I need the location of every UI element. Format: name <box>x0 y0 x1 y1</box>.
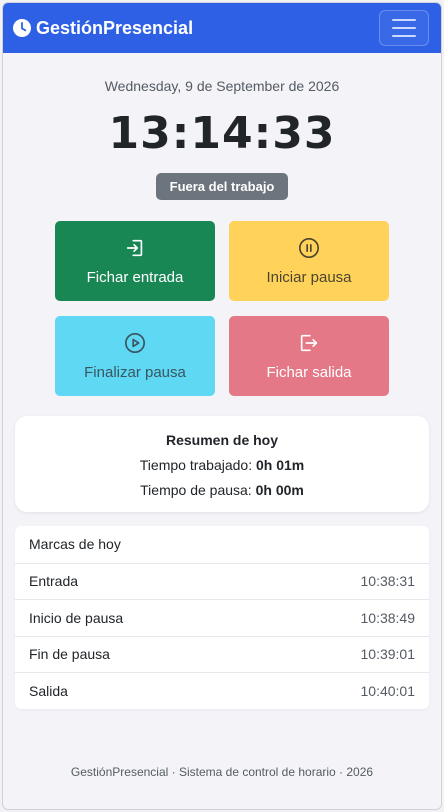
iniciar-pausa-label: Iniciar pausa <box>266 268 352 286</box>
brand-text: GestiónPresencial <box>36 17 194 38</box>
mark-label: Inicio de pausa <box>29 609 124 626</box>
list-item: Inicio de pausa 10:38:49 <box>15 599 429 636</box>
pause-time-value: 0h 00m <box>255 482 304 498</box>
app-frame: GestiónPresencial Wednesday, 9 de Septem… <box>2 2 442 810</box>
current-date: Wednesday, 9 de September de 2026 <box>104 78 340 94</box>
mark-time: 10:38:49 <box>360 609 416 626</box>
brand-link[interactable]: GestiónPresencial <box>13 18 193 39</box>
mark-time: 10:38:31 <box>360 573 416 590</box>
live-clock: 13:14:33 <box>108 108 336 159</box>
list-item: Entrada 10:38:31 <box>15 562 429 600</box>
fichar-salida-button[interactable]: Fichar salida <box>229 316 389 396</box>
fichar-salida-label: Fichar salida <box>266 363 352 381</box>
pause-time-label: Tiempo de pausa: <box>140 482 252 498</box>
mark-time: 10:39:01 <box>360 646 416 663</box>
worked-time-value: 0h 01m <box>255 457 305 473</box>
fichar-entrada-button[interactable]: Fichar entrada <box>55 221 215 301</box>
pause-time-line: Tiempo de pausa: 0h 00m <box>15 482 429 498</box>
worked-time-line: Tiempo trabajado: 0h 01m <box>15 457 429 473</box>
hamburger-line <box>392 27 416 29</box>
page-footer: GestiónPresencial · Sistema de control d… <box>70 765 374 779</box>
marks-list: Marcas de hoy Entrada 10:38:31 Inicio de… <box>15 526 429 709</box>
menu-toggle-button[interactable] <box>379 10 429 46</box>
list-item: Fin de pausa 10:39:01 <box>15 635 429 673</box>
finalizar-pausa-label: Finalizar pausa <box>84 363 186 381</box>
pause-circle-icon <box>299 237 319 258</box>
fichar-entrada-label: Fichar entrada <box>86 268 184 286</box>
play-circle-icon <box>125 332 145 353</box>
marks-header: Marcas de hoy <box>15 526 429 563</box>
mark-label: Entrada <box>29 573 79 590</box>
status-badge: Fuera del trabajo <box>155 173 289 200</box>
hamburger-line <box>392 35 416 37</box>
action-buttons: Fichar entrada Iniciar pausa Finalizar p… <box>3 221 441 396</box>
summary-card: Resumen de hoy Tiempo trabajado: 0h 01m … <box>15 416 429 512</box>
finalizar-pausa-button[interactable]: Finalizar pausa <box>55 316 215 396</box>
iniciar-pausa-button[interactable]: Iniciar pausa <box>229 221 389 301</box>
worked-time-label: Tiempo trabajado: <box>139 457 253 473</box>
hamburger-icon <box>392 19 416 21</box>
clock-icon <box>13 19 31 37</box>
mark-label: Salida <box>29 682 68 699</box>
login-icon <box>126 239 143 256</box>
mark-label: Fin de pausa <box>29 646 110 663</box>
summary-title: Resumen de hoy <box>165 432 279 448</box>
list-item: Salida 10:40:01 <box>15 672 429 709</box>
logout-icon <box>300 334 318 351</box>
mark-time: 10:40:01 <box>360 682 416 699</box>
marks-title: Marcas de hoy <box>29 536 121 553</box>
navbar: GestiónPresencial <box>3 3 441 53</box>
